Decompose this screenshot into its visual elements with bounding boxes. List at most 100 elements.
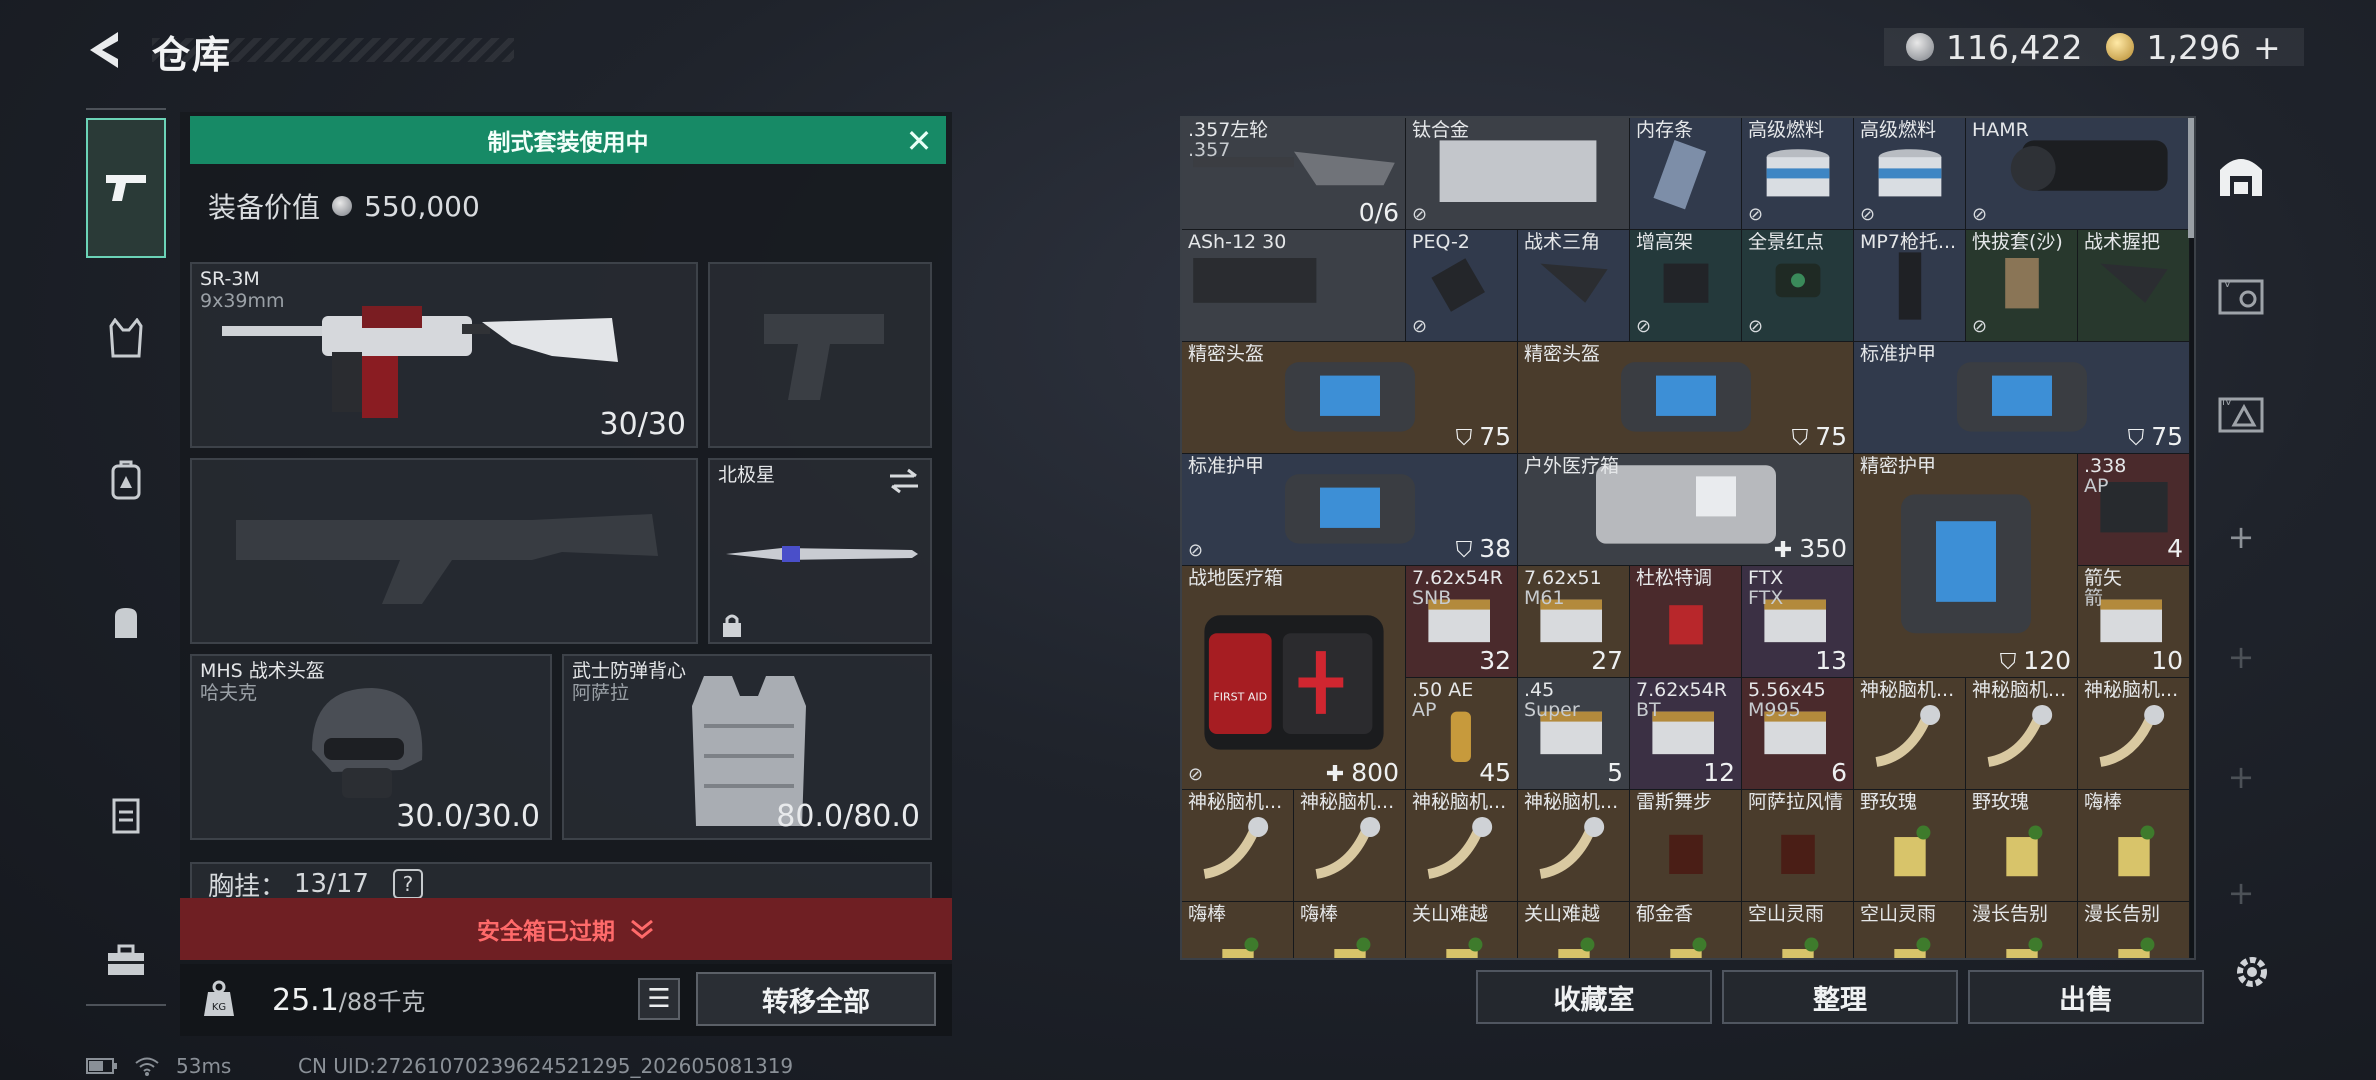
add-currency-button[interactable]: + (2253, 28, 2281, 67)
inventory-item[interactable]: 战术三角 (1518, 230, 1630, 342)
inventory-item[interactable]: 5.56x45 M995 6 (1742, 678, 1854, 790)
shield-icon: ⛉ (1455, 426, 1480, 451)
inventory-item[interactable]: 野玫瑰 (1966, 790, 2078, 902)
inventory-item[interactable]: MP7枪托... (1854, 230, 1966, 342)
inventory-item[interactable]: 精密头盔 ⛉ 75 (1518, 342, 1854, 454)
armor-slot[interactable]: 武士防弹背心 阿萨拉 80.0/80.0 (562, 654, 932, 840)
add-storage-button[interactable]: + (2216, 874, 2266, 912)
inventory-item[interactable]: 神秘脑机... (1854, 678, 1966, 790)
inventory-item[interactable]: 野玫瑰 (1854, 790, 1966, 902)
inventory-item[interactable]: 漫长告别 (1966, 902, 2078, 958)
inventory-item[interactable]: 箭矢箭 10 (2078, 566, 2190, 678)
inventory-item[interactable]: 高级燃料 ⊘ (1742, 118, 1854, 230)
bound-item-icon: ⊘ (1412, 316, 1428, 337)
inventory-item[interactable]: 高级燃料 ⊘ (1854, 118, 1966, 230)
inventory-item[interactable]: 神秘脑机... (1518, 790, 1630, 902)
inventory-item[interactable]: 雷斯舞步 (1630, 790, 1742, 902)
inventory-item[interactable]: .50 AE AP 45 (1406, 678, 1518, 790)
inventory-item[interactable]: .357左轮 .357 0/6 (1182, 118, 1406, 230)
secondary-weapon-slot[interactable] (708, 262, 932, 448)
inventory-item[interactable]: .338 AP 4 (2078, 454, 2190, 566)
helmet-slot[interactable]: MHS 战术头盔 哈夫克 30.0/30.0 (190, 654, 552, 840)
inventory-item[interactable]: 钛合金 ⊘ (1406, 118, 1630, 230)
item-name: .50 AE (1412, 680, 1474, 701)
swap-icon[interactable] (888, 468, 920, 494)
nav-gear[interactable] (86, 268, 166, 408)
inventory-item[interactable]: 7.62x54R BT 12 (1630, 678, 1742, 790)
inventory-item[interactable]: 7.62x51 M61 27 (1518, 566, 1630, 678)
inventory-item[interactable]: 神秘脑机... (1294, 790, 1406, 902)
item-name: 7.62x54R (1636, 680, 1727, 701)
inventory-item[interactable]: 战术握把 (2078, 230, 2190, 342)
organize-button[interactable]: 整理 (1722, 970, 1958, 1024)
inventory-item[interactable]: 空山灵雨 (1742, 902, 1854, 958)
silver-coin-icon (1906, 33, 1934, 61)
bound-item-icon: ⊘ (1748, 316, 1764, 337)
collection-room-button[interactable]: 收藏室 (1476, 970, 1712, 1024)
inventory-item[interactable]: ASh-12 30 (1182, 230, 1406, 342)
nav-case[interactable] (86, 890, 166, 1030)
inventory-item[interactable]: 关山难越 (1406, 902, 1518, 958)
inventory-item[interactable]: 郁金香 (1630, 902, 1742, 958)
add-storage-button[interactable]: + (2216, 638, 2266, 676)
inventory-item[interactable]: 杜松特调 (1630, 566, 1742, 678)
inventory-item[interactable]: FIRST AID 战地医疗箱 ✚ 800 ⊘ (1182, 566, 1406, 790)
inventory-item[interactable]: 嗨棒 (1182, 902, 1294, 958)
primary-weapon-slot[interactable]: SR-3M 9x39mm 30/30 (190, 262, 698, 448)
inventory-item[interactable]: 内存条 (1630, 118, 1742, 230)
currency-bar: 116,422 1,296 + (1884, 28, 2304, 67)
nav-backpack[interactable] (86, 410, 166, 550)
inventory-item[interactable]: 增高架 ⊘ (1630, 230, 1742, 342)
storage-tabs: V IV + + + + (2204, 112, 2278, 1032)
inventory-item[interactable]: .45 Super 5 (1518, 678, 1630, 790)
inventory-item[interactable]: 嗨棒 (1294, 902, 1406, 958)
slot-item-name: 北极星 (718, 464, 776, 486)
inventory-item[interactable]: HAMR ⊘ (1966, 118, 2190, 230)
close-icon[interactable]: ✕ (900, 122, 938, 160)
secondary-primary-slot[interactable] (190, 458, 698, 644)
case-icon[interactable]: V (2216, 270, 2266, 320)
inventory-item[interactable]: 漫长告别 (2078, 902, 2190, 958)
inventory-item[interactable]: 精密头盔 ⛉ 75 (1182, 342, 1518, 454)
inventory-actions: 收藏室 整理 出售 (1476, 970, 2212, 1024)
settings-gear-icon[interactable] (2230, 950, 2274, 994)
inventory-item[interactable]: 标准护甲 ⛉ 38 ⊘ (1182, 454, 1518, 566)
inventory-item[interactable]: 关山难越 (1518, 902, 1630, 958)
inventory-item[interactable]: FTX FTX 13 (1742, 566, 1854, 678)
item-name: 关山难越 (1412, 904, 1489, 925)
inventory-item[interactable]: 精密护甲 ⛉ 120 (1854, 454, 2078, 678)
nav-weapons[interactable] (86, 118, 166, 258)
inventory-item[interactable]: 阿萨拉风情 (1742, 790, 1854, 902)
inventory-item[interactable]: 神秘脑机... (2078, 678, 2190, 790)
inventory-item[interactable]: 空山灵雨 (1854, 902, 1966, 958)
sell-button[interactable]: 出售 (1968, 970, 2204, 1024)
safebox-expired-bar[interactable]: 安全箱已过期 (180, 898, 952, 960)
inventory-item[interactable]: 户外医疗箱 ✚ 350 (1518, 454, 1854, 566)
case-iv-icon[interactable]: IV (2216, 388, 2266, 438)
inventory-scrollbar[interactable] (2188, 118, 2194, 238)
help-icon[interactable]: ? (392, 869, 423, 899)
item-count-value: 27 (1591, 646, 1623, 675)
inventory-item[interactable]: 神秘脑机... (1966, 678, 2078, 790)
inventory-item[interactable]: 嗨棒 (2078, 790, 2190, 902)
list-view-button[interactable]: ☰ (638, 978, 680, 1020)
add-storage-button[interactable]: + (2216, 518, 2266, 556)
inventory-item[interactable]: PEQ-2 ⊘ (1406, 230, 1518, 342)
warehouse-icon[interactable] (2216, 150, 2266, 200)
inventory-item[interactable]: 快拔套(沙) ⊘ (1966, 230, 2078, 342)
add-storage-button[interactable]: + (2216, 758, 2266, 796)
inventory-item[interactable]: 7.62x54R SNB 32 (1406, 566, 1518, 678)
inventory-item[interactable]: 神秘脑机... (1406, 790, 1518, 902)
nav-bag[interactable] (86, 552, 166, 692)
inventory-item[interactable]: 标准护甲 ⛉ 75 (1854, 342, 2190, 454)
item-name: .357左轮 (1188, 120, 1269, 141)
item-subtitle: Super (1524, 699, 1580, 721)
nav-container[interactable] (86, 744, 166, 884)
item-count-value: 120 (2023, 646, 2071, 675)
transfer-all-button[interactable]: 转移全部 (696, 972, 936, 1026)
back-arrow-icon[interactable] (84, 28, 124, 72)
melee-slot[interactable]: 北极星 (708, 458, 932, 644)
inventory-item[interactable]: 神秘脑机... (1182, 790, 1294, 902)
durability: 30.0/30.0 (396, 799, 540, 834)
inventory-item[interactable]: 全景红点 ⊘ (1742, 230, 1854, 342)
